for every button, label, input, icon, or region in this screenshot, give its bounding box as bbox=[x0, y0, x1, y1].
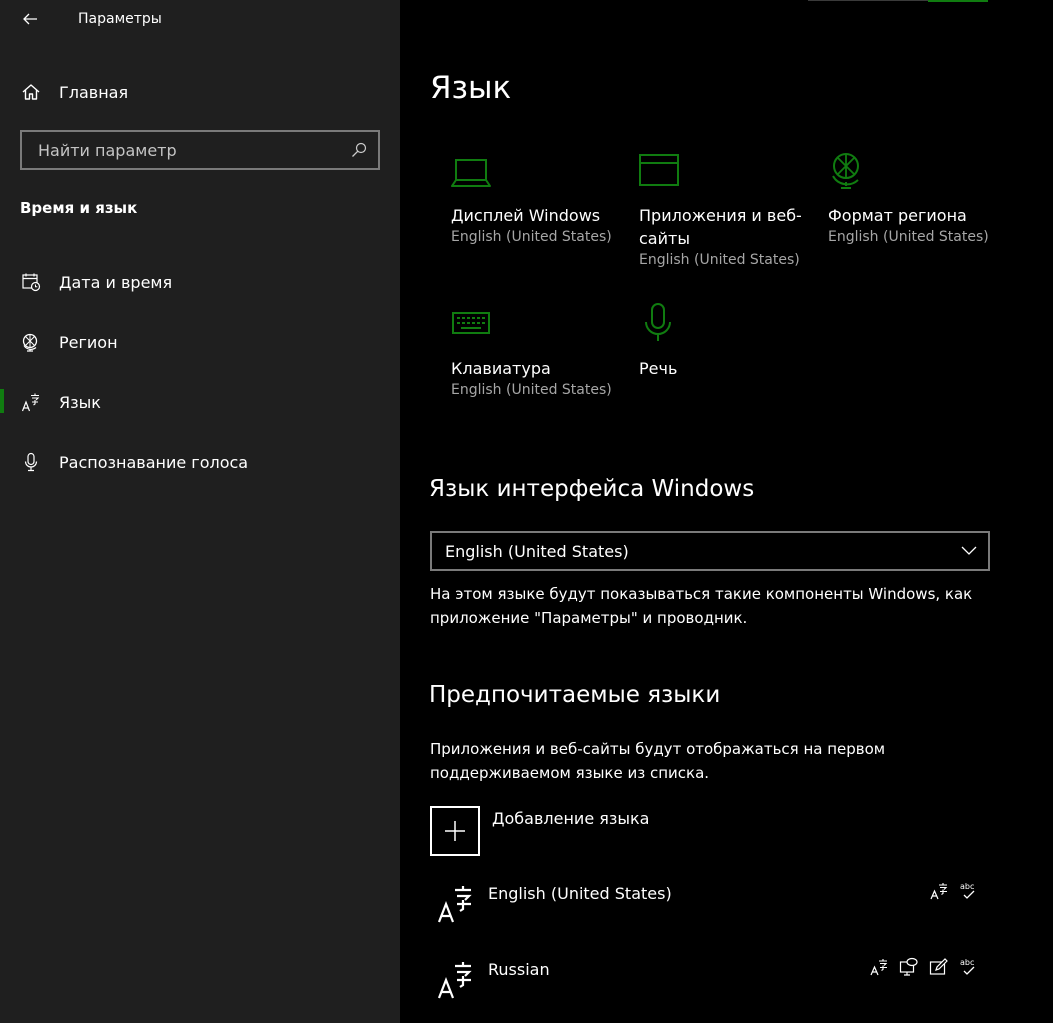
svg-text:abc: abc bbox=[960, 958, 974, 967]
language-glyph-icon bbox=[436, 960, 476, 1000]
add-language-label: Добавление языка bbox=[492, 809, 650, 828]
language-row-russian[interactable]: Russian abc bbox=[430, 956, 980, 1020]
sidebar-item-label: Язык bbox=[59, 392, 101, 412]
globe-icon bbox=[19, 330, 43, 354]
search-box[interactable] bbox=[20, 130, 380, 170]
tile-subtitle: English (United States) bbox=[451, 229, 612, 245]
language-features: abc bbox=[928, 880, 980, 902]
preferred-languages-heading: Предпочитаемые языки bbox=[429, 682, 721, 708]
section-label: Время и язык bbox=[20, 199, 138, 217]
microphone-icon bbox=[19, 450, 43, 474]
tile-title: Приложения и веб-сайты bbox=[639, 206, 802, 248]
display-language-heading: Язык интерфейса Windows bbox=[429, 476, 755, 502]
microphone-icon bbox=[639, 303, 679, 343]
svg-text:abc: abc bbox=[960, 882, 974, 891]
tile-keyboard[interactable]: Клавиатура English (United States) bbox=[451, 303, 626, 400]
preferred-languages-description: Приложения и веб-сайты будут отображатьс… bbox=[430, 740, 886, 782]
home-icon bbox=[19, 80, 43, 104]
sidebar-item-label: Главная bbox=[59, 82, 129, 102]
tile-title: Клавиатура bbox=[451, 359, 551, 378]
display-language-icon bbox=[868, 956, 890, 978]
display-language-icon bbox=[928, 880, 950, 902]
language-name: Russian bbox=[488, 960, 550, 979]
add-language-button[interactable]: Добавление языка bbox=[430, 806, 649, 856]
sidebar-item-date-time[interactable]: Дата и время bbox=[0, 260, 400, 304]
tile-subtitle: English (United States) bbox=[828, 229, 989, 245]
search-icon[interactable] bbox=[349, 140, 369, 160]
globe-format-icon bbox=[828, 150, 868, 190]
language-glyph-icon bbox=[436, 884, 476, 924]
tile-regional-format[interactable]: Формат региона English (United States) bbox=[828, 150, 1003, 247]
tile-subtitle: English (United States) bbox=[451, 382, 612, 398]
search-input[interactable] bbox=[36, 139, 340, 161]
sidebar-item-label: Регион bbox=[59, 332, 118, 352]
page-title: Язык bbox=[430, 70, 512, 106]
tile-title: Формат региона bbox=[828, 206, 967, 225]
sidebar-item-label: Распознавание голоса bbox=[59, 452, 249, 472]
language-features: abc bbox=[868, 956, 980, 978]
display-language-description: На этом языке будут показываться такие к… bbox=[430, 585, 973, 627]
sidebar-item-label: Дата и время bbox=[59, 272, 173, 292]
tile-windows-display[interactable]: Дисплей Windows English (United States) bbox=[451, 150, 626, 247]
sidebar-item-language[interactable]: Язык bbox=[0, 380, 400, 424]
calendar-clock-icon bbox=[19, 270, 43, 294]
tile-apps-websites[interactable]: Приложения и веб-сайты English (United S… bbox=[639, 150, 814, 270]
tile-subtitle: English (United States) bbox=[639, 252, 800, 268]
dropdown-value: English (United States) bbox=[445, 541, 629, 561]
app-window-icon bbox=[639, 150, 679, 190]
back-button[interactable] bbox=[14, 6, 46, 36]
language-name: English (United States) bbox=[488, 884, 672, 903]
top-divider bbox=[808, 0, 928, 1]
spellcheck-icon: abc bbox=[958, 956, 980, 978]
sidebar-item-region[interactable]: Регион bbox=[0, 320, 400, 364]
top-accent-bar bbox=[928, 0, 988, 2]
plus-icon bbox=[430, 806, 480, 856]
tile-title: Речь bbox=[639, 359, 678, 378]
main-content: Язык Дисплей Windows English (United Sta… bbox=[400, 0, 1053, 1023]
laptop-icon bbox=[451, 150, 491, 190]
tile-speech[interactable]: Речь bbox=[639, 303, 814, 380]
back-arrow-icon bbox=[22, 11, 38, 31]
app-title: Параметры bbox=[78, 11, 162, 27]
sidebar: Параметры Главная Время и язык Дата и вр… bbox=[0, 0, 400, 1023]
keyboard-icon bbox=[451, 303, 491, 343]
sidebar-item-speech[interactable]: Распознавание голоса bbox=[0, 440, 400, 484]
language-icon bbox=[19, 390, 43, 414]
handwriting-icon bbox=[928, 956, 950, 978]
speech-icon bbox=[898, 956, 920, 978]
display-language-dropdown[interactable]: English (United States) bbox=[430, 531, 990, 571]
sidebar-item-home[interactable]: Главная bbox=[0, 70, 400, 114]
language-row-english[interactable]: English (United States) abc bbox=[430, 880, 980, 944]
tile-title: Дисплей Windows bbox=[451, 206, 601, 225]
chevron-down-icon bbox=[960, 542, 978, 560]
spellcheck-icon: abc bbox=[958, 880, 980, 902]
